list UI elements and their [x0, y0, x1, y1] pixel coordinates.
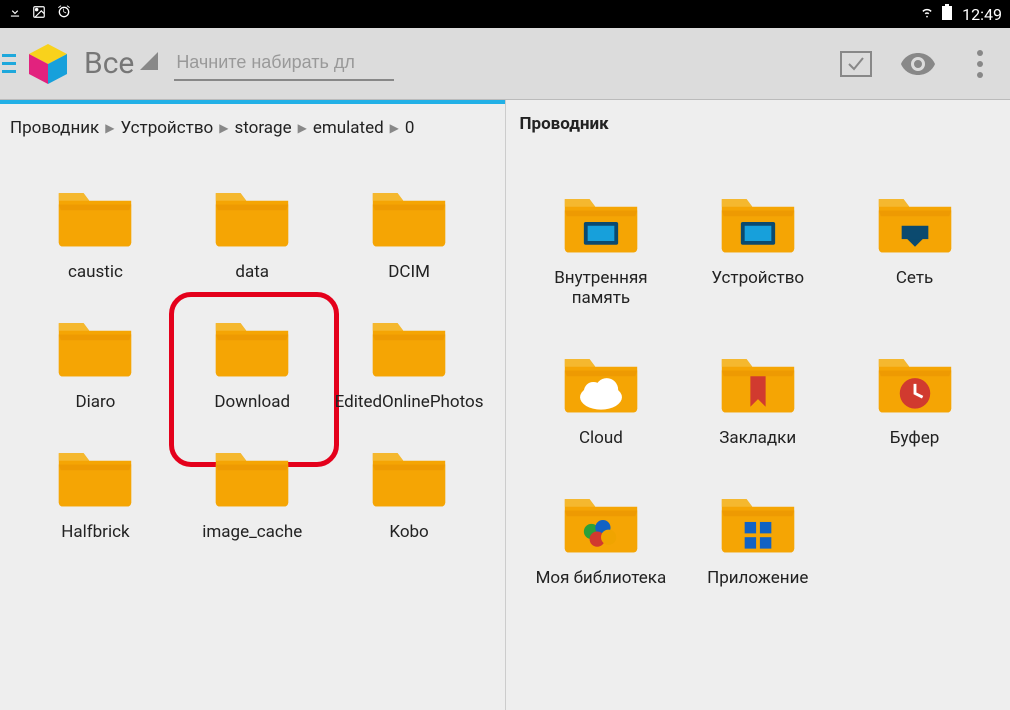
folder-label: DCIM — [388, 262, 430, 282]
location-item[interactable]: Устройство — [682, 188, 833, 308]
android-status-bar: 12:49 — [0, 0, 1010, 28]
chevron-right-icon: ▶ — [298, 121, 307, 135]
location-label: Приложение — [707, 568, 808, 588]
folder-icon — [369, 182, 449, 248]
folder-label: Kobo — [389, 522, 428, 542]
location-grid: Внутренняя память Устройство Сеть Cloud Закл… — [506, 148, 1010, 598]
breadcrumb-item[interactable]: emulated — [313, 118, 384, 138]
battery-icon — [942, 4, 952, 24]
folder-icon — [212, 442, 292, 508]
folder-icon — [212, 182, 292, 248]
folder-label: data — [235, 262, 269, 282]
download-icon — [8, 5, 22, 23]
right-pane-title: Проводник — [506, 100, 1010, 148]
folder-icon — [369, 442, 449, 508]
folder-label: Download — [214, 392, 290, 412]
folder-item[interactable]: DCIM — [334, 182, 485, 282]
location-item[interactable]: Внутренняя память — [526, 188, 677, 308]
chevron-right-icon: ▶ — [105, 121, 114, 135]
folder-icon — [718, 488, 798, 554]
folder-label: Halfbrick — [61, 522, 129, 542]
clock-display: 12:49 — [962, 5, 1002, 24]
folder-item[interactable]: Halfbrick — [20, 442, 171, 542]
select-mode-button[interactable] — [838, 46, 874, 82]
location-item[interactable]: Cloud — [526, 348, 677, 448]
folder-item[interactable]: Download — [177, 312, 328, 412]
folder-item[interactable]: Diaro — [20, 312, 171, 412]
location-label: Устройство — [711, 268, 804, 288]
location-item[interactable]: Сеть — [839, 188, 990, 308]
right-pane: Проводник Внутренняя память Устройство Сет… — [505, 100, 1010, 710]
folder-grid: caustic data DCIM Diaro Download EditedOnline… — [0, 152, 505, 552]
location-item[interactable]: Приложение — [682, 488, 833, 588]
folder-label: image_cache — [202, 522, 302, 542]
folder-icon — [561, 488, 641, 554]
folder-label: EditedOnlinePhotos — [335, 392, 484, 412]
folder-item[interactable]: Kobo — [334, 442, 485, 542]
folder-icon — [55, 442, 135, 508]
folder-icon — [875, 348, 955, 414]
folder-item[interactable]: EditedOnlinePhotos — [334, 312, 485, 412]
folder-item[interactable]: caustic — [20, 182, 171, 282]
folder-icon — [561, 188, 641, 254]
search-input[interactable] — [174, 46, 394, 81]
wifi-icon — [918, 5, 936, 23]
location-item[interactable]: Закладки — [682, 348, 833, 448]
location-label: Внутренняя память — [526, 268, 677, 308]
breadcrumb-item[interactable]: Проводник — [10, 118, 99, 138]
location-label: Моя библиотека — [536, 568, 667, 588]
location-label: Закладки — [719, 428, 796, 448]
chevron-right-icon: ▶ — [219, 121, 228, 135]
location-item[interactable]: Моя библиотека — [526, 488, 677, 588]
content-area: Проводник ▶ Устройство ▶ storage ▶ emula… — [0, 100, 1010, 710]
overflow-menu-button[interactable] — [962, 46, 998, 82]
folder-icon — [212, 312, 292, 378]
search-field[interactable] — [174, 46, 394, 81]
breadcrumb-item[interactable]: 0 — [405, 118, 415, 138]
left-pane: Проводник ▶ Устройство ▶ storage ▶ emula… — [0, 100, 505, 710]
folder-icon — [561, 348, 641, 414]
filter-label[interactable]: Все — [84, 46, 134, 81]
location-item[interactable]: Буфер — [839, 348, 990, 448]
folder-label: Diaro — [76, 392, 116, 412]
folder-icon — [55, 312, 135, 378]
breadcrumb-item[interactable]: storage — [234, 118, 291, 138]
alarm-icon — [56, 4, 72, 24]
menu-button[interactable] — [0, 28, 18, 100]
breadcrumb: Проводник ▶ Устройство ▶ storage ▶ emula… — [0, 104, 505, 152]
chevron-right-icon: ▶ — [390, 121, 399, 135]
location-label: Буфер — [890, 428, 940, 448]
folder-icon — [55, 182, 135, 248]
folder-icon — [369, 312, 449, 378]
breadcrumb-item[interactable]: Устройство — [120, 118, 213, 138]
location-label: Cloud — [579, 428, 623, 448]
location-label: Сеть — [896, 268, 933, 288]
folder-icon — [718, 348, 798, 414]
folder-icon — [718, 188, 798, 254]
image-icon — [32, 5, 46, 23]
visibility-button[interactable] — [900, 46, 936, 82]
folder-item[interactable]: data — [177, 182, 328, 282]
app-toolbar: Все — [0, 28, 1010, 100]
folder-item[interactable]: image_cache — [177, 442, 328, 542]
folder-label: caustic — [68, 262, 123, 282]
app-icon[interactable] — [18, 40, 78, 88]
dropdown-indicator[interactable] — [140, 52, 164, 76]
folder-icon — [875, 188, 955, 254]
